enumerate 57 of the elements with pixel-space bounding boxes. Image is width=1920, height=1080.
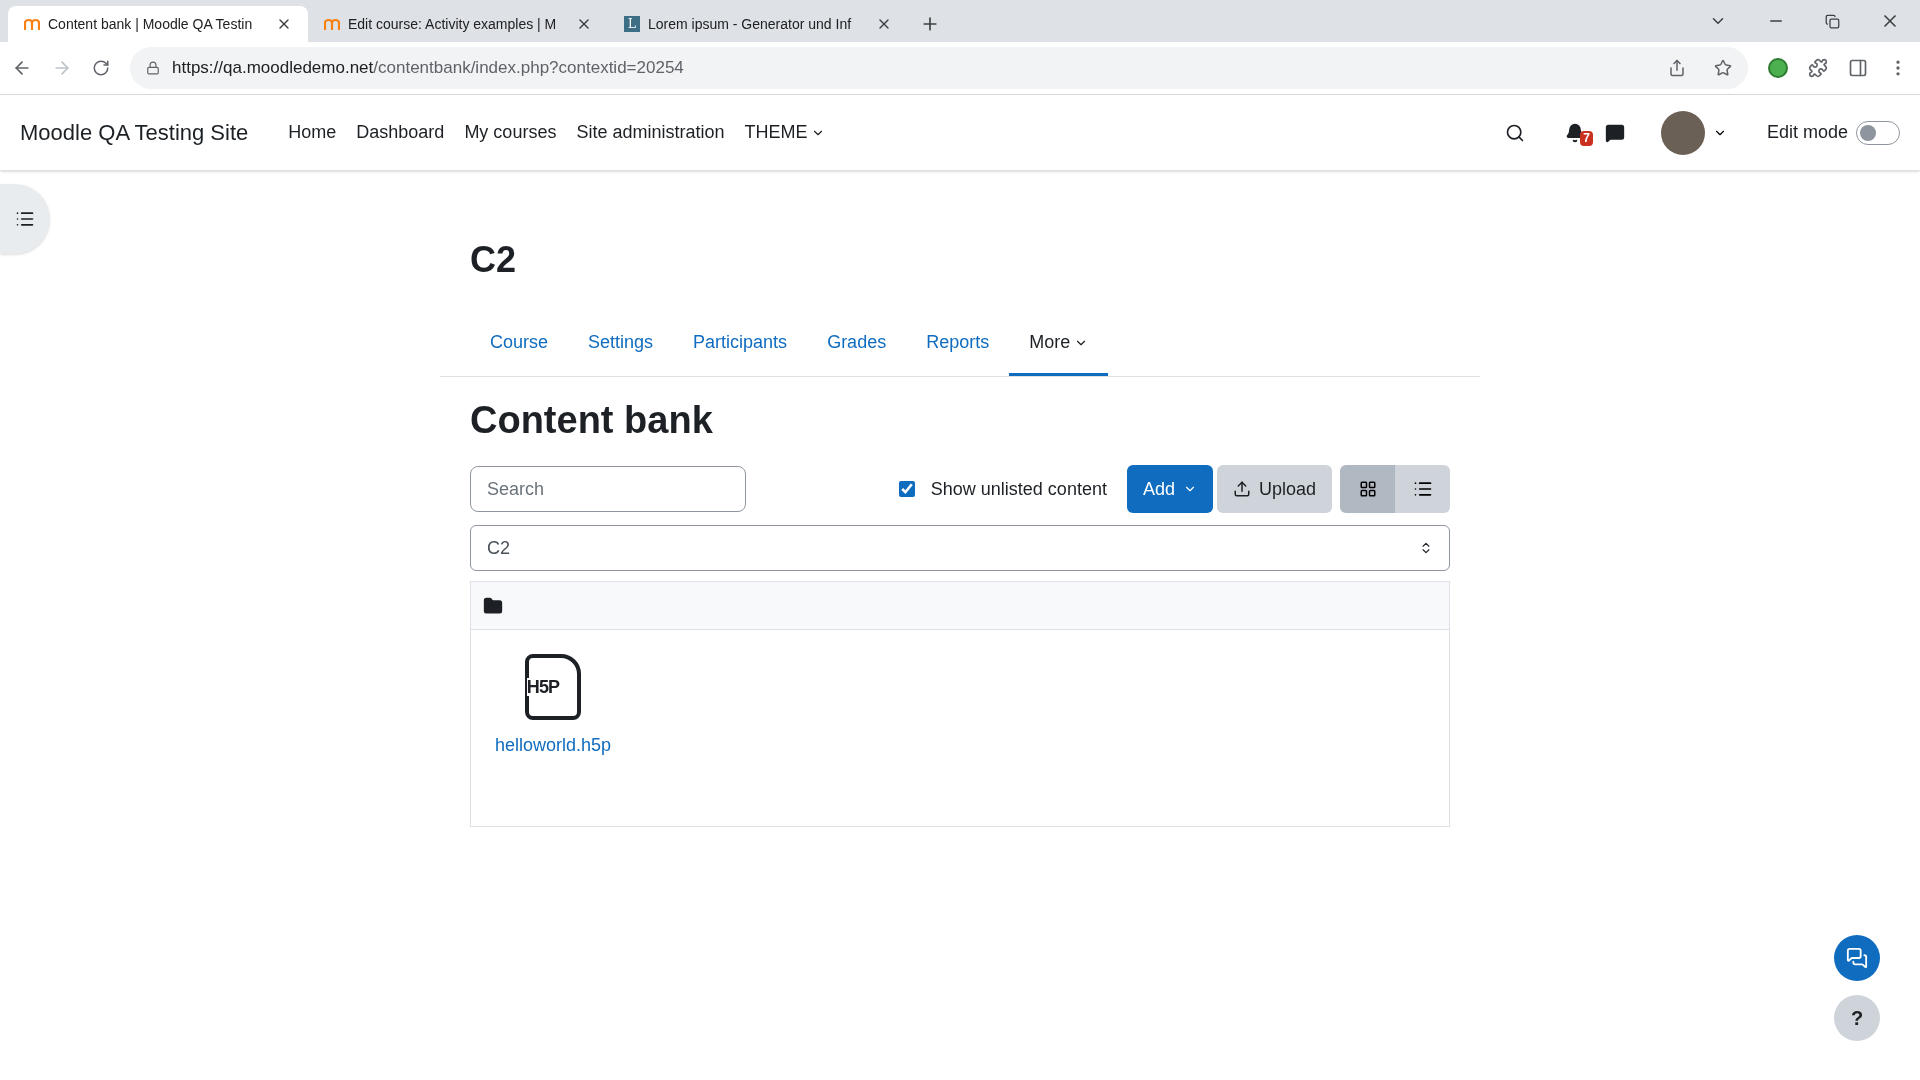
lorem-favicon-icon: L: [624, 16, 640, 32]
nav-link[interactable]: My courses: [464, 119, 557, 146]
address-bar[interactable]: https://qa.moodledemo.net/contentbank/index.php?contextid=20254: [130, 47, 1748, 89]
chat-icon: [1846, 947, 1868, 969]
course-title: C2: [469, 238, 518, 282]
moodle-favicon-icon: [324, 16, 340, 32]
browser-tab[interactable]: L Lorem ipsum - Generator und Inf: [608, 6, 908, 42]
page-heading: Content bank: [470, 401, 714, 439]
search-icon[interactable]: [1504, 122, 1525, 143]
nav-dropdown[interactable]: THEME: [744, 119, 826, 146]
reload-icon[interactable]: [92, 59, 110, 77]
h5p-file-icon[interactable]: H5P: [525, 654, 582, 720]
star-icon[interactable]: [1714, 59, 1732, 77]
nav-link[interactable]: Site administration: [576, 119, 725, 146]
moodle-favicon-icon: [24, 16, 40, 32]
show-unlisted-checkbox[interactable]: [898, 481, 915, 497]
drawer-toggle-button[interactable]: [0, 184, 50, 254]
grid-view-button[interactable]: [1340, 465, 1395, 513]
extensions-icon[interactable]: [1808, 58, 1828, 78]
course-tab[interactable]: Grades: [807, 312, 907, 376]
upload-icon: [1232, 480, 1251, 498]
grid-icon: [1358, 480, 1377, 498]
checkbox-label: Show unlisted content: [930, 477, 1107, 501]
extension-icon[interactable]: [1768, 58, 1788, 78]
help-button[interactable]: ?: [1834, 995, 1880, 1041]
course-tab[interactable]: Settings: [568, 312, 674, 376]
edit-mode-toggle[interactable]: [1856, 120, 1900, 145]
restore-icon[interactable]: [1825, 13, 1840, 29]
nav-link[interactable]: Home: [288, 119, 337, 146]
upload-button[interactable]: Upload: [1216, 465, 1332, 513]
share-icon[interactable]: [1668, 59, 1686, 77]
add-button[interactable]: Add: [1126, 465, 1213, 513]
browser-tab[interactable]: Content bank | Moodle QA Testin: [8, 6, 308, 42]
folder-icon[interactable]: [483, 595, 503, 616]
url-text: https://qa.moodledemo.net/contentbank/index.php?contextid=20254: [172, 57, 684, 80]
course-tab[interactable]: Participants: [673, 312, 808, 376]
file-link[interactable]: helloworld.h5p: [495, 732, 612, 759]
side-panel-icon[interactable]: [1848, 58, 1868, 78]
course-tab[interactable]: Course: [470, 312, 569, 376]
edit-mode-label: Edit mode: [1766, 121, 1848, 144]
tab-title: Content bank | Moodle QA Testin: [48, 14, 254, 34]
chat-button[interactable]: [1834, 935, 1880, 981]
message-icon[interactable]: [1604, 122, 1625, 143]
context-select[interactable]: C2: [470, 525, 1450, 571]
list-view-button[interactable]: [1395, 465, 1450, 513]
list-icon: [15, 209, 35, 229]
nav-link[interactable]: Dashboard: [356, 119, 445, 146]
browser-tab[interactable]: Edit course: Activity examples | M: [308, 6, 608, 42]
lock-icon: [146, 61, 160, 75]
tab-title: Edit course: Activity examples | M: [348, 14, 558, 34]
tab-title: Lorem ipsum - Generator und Inf: [648, 14, 853, 34]
list-icon: [1412, 479, 1433, 499]
notification-count: 7: [1580, 130, 1593, 146]
course-tab[interactable]: More: [1009, 312, 1109, 376]
search-field[interactable]: Search: [470, 466, 746, 512]
course-tab[interactable]: Reports: [906, 312, 1010, 376]
site-name[interactable]: Moodle QA Testing Site: [20, 116, 249, 149]
